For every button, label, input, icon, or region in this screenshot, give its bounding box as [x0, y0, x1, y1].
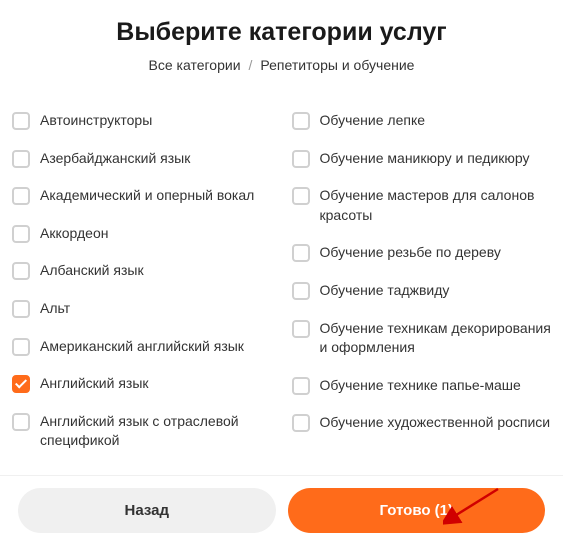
- checkbox[interactable]: [292, 112, 310, 130]
- category-label: Обучение лепке: [320, 111, 426, 131]
- category-item[interactable]: Обучение резьбе по дереву: [292, 243, 552, 263]
- category-item[interactable]: Обучение художественной росписи: [292, 413, 552, 433]
- category-label: Обучение таджвиду: [320, 281, 450, 301]
- category-label: Американский английский язык: [40, 337, 244, 357]
- breadcrumb-current: Репетиторы и обучение: [260, 57, 414, 73]
- checkbox[interactable]: [12, 187, 30, 205]
- category-label: Обучение технике папье-маше: [320, 376, 521, 396]
- category-label: Аккордеон: [40, 224, 108, 244]
- category-label: Автоинструкторы: [40, 111, 152, 131]
- category-label: Академический и оперный вокал: [40, 186, 254, 206]
- checkbox[interactable]: [12, 300, 30, 318]
- category-item[interactable]: Обучение лепке: [292, 111, 552, 131]
- category-item[interactable]: Обучение мастеров для салонов красоты: [292, 186, 552, 225]
- breadcrumb-root[interactable]: Все категории: [149, 57, 241, 73]
- category-item[interactable]: Албанский язык: [12, 261, 272, 281]
- category-label: Обучение техникам декорирования и оформл…: [320, 319, 552, 358]
- category-item[interactable]: Обучение технике папье-маше: [292, 376, 552, 396]
- category-label: Обучение мастеров для салонов красоты: [320, 186, 552, 225]
- category-label: Обучение художественной росписи: [320, 413, 551, 433]
- checkbox[interactable]: [12, 413, 30, 431]
- category-label: Обучение резьбе по дереву: [320, 243, 501, 263]
- header: Выберите категории услуг Все категории /…: [0, 0, 563, 87]
- page-title: Выберите категории услуг: [20, 18, 543, 47]
- right-column: Обучение лепке Обучение маникюру и педикю…: [292, 111, 552, 451]
- checkbox[interactable]: [292, 414, 310, 432]
- checkbox[interactable]: [292, 150, 310, 168]
- checkbox[interactable]: [292, 187, 310, 205]
- left-column: Автоинструкторы Азербайджанский язык Акаде…: [12, 111, 272, 451]
- category-list: Автоинструкторы Азербайджанский язык Акаде…: [0, 87, 563, 451]
- breadcrumb: Все категории / Репетиторы и обучение: [20, 57, 543, 73]
- category-item[interactable]: Альт: [12, 299, 272, 319]
- checkbox[interactable]: [292, 282, 310, 300]
- breadcrumb-separator: /: [249, 57, 253, 73]
- category-label: Английский язык: [40, 374, 149, 394]
- done-button[interactable]: Готово (1): [288, 488, 546, 533]
- checkbox[interactable]: [12, 375, 30, 393]
- checkbox[interactable]: [12, 225, 30, 243]
- category-label: Альт: [40, 299, 70, 319]
- checkbox[interactable]: [12, 112, 30, 130]
- category-label: Албанский язык: [40, 261, 144, 281]
- category-item[interactable]: Академический и оперный вокал: [12, 186, 272, 206]
- category-item[interactable]: Аккордеон: [12, 224, 272, 244]
- category-label: Английский язык с отраслевой спецификой: [40, 412, 272, 451]
- category-label: Обучение маникюру и педикюру: [320, 149, 530, 169]
- back-button[interactable]: Назад: [18, 488, 276, 533]
- checkbox[interactable]: [292, 244, 310, 262]
- category-label: Азербайджанский язык: [40, 149, 190, 169]
- category-item[interactable]: Американский английский язык: [12, 337, 272, 357]
- category-item[interactable]: Обучение техникам декорирования и оформл…: [292, 319, 552, 358]
- checkbox[interactable]: [12, 150, 30, 168]
- category-item[interactable]: Английский язык с отраслевой спецификой: [12, 412, 272, 451]
- checkbox[interactable]: [292, 320, 310, 338]
- category-item[interactable]: Автоинструкторы: [12, 111, 272, 131]
- category-item[interactable]: Азербайджанский язык: [12, 149, 272, 169]
- category-item[interactable]: Английский язык: [12, 374, 272, 394]
- footer: Назад Готово (1): [0, 475, 563, 547]
- category-item[interactable]: Обучение таджвиду: [292, 281, 552, 301]
- checkbox[interactable]: [12, 262, 30, 280]
- category-item[interactable]: Обучение маникюру и педикюру: [292, 149, 552, 169]
- checkbox[interactable]: [292, 377, 310, 395]
- checkbox[interactable]: [12, 338, 30, 356]
